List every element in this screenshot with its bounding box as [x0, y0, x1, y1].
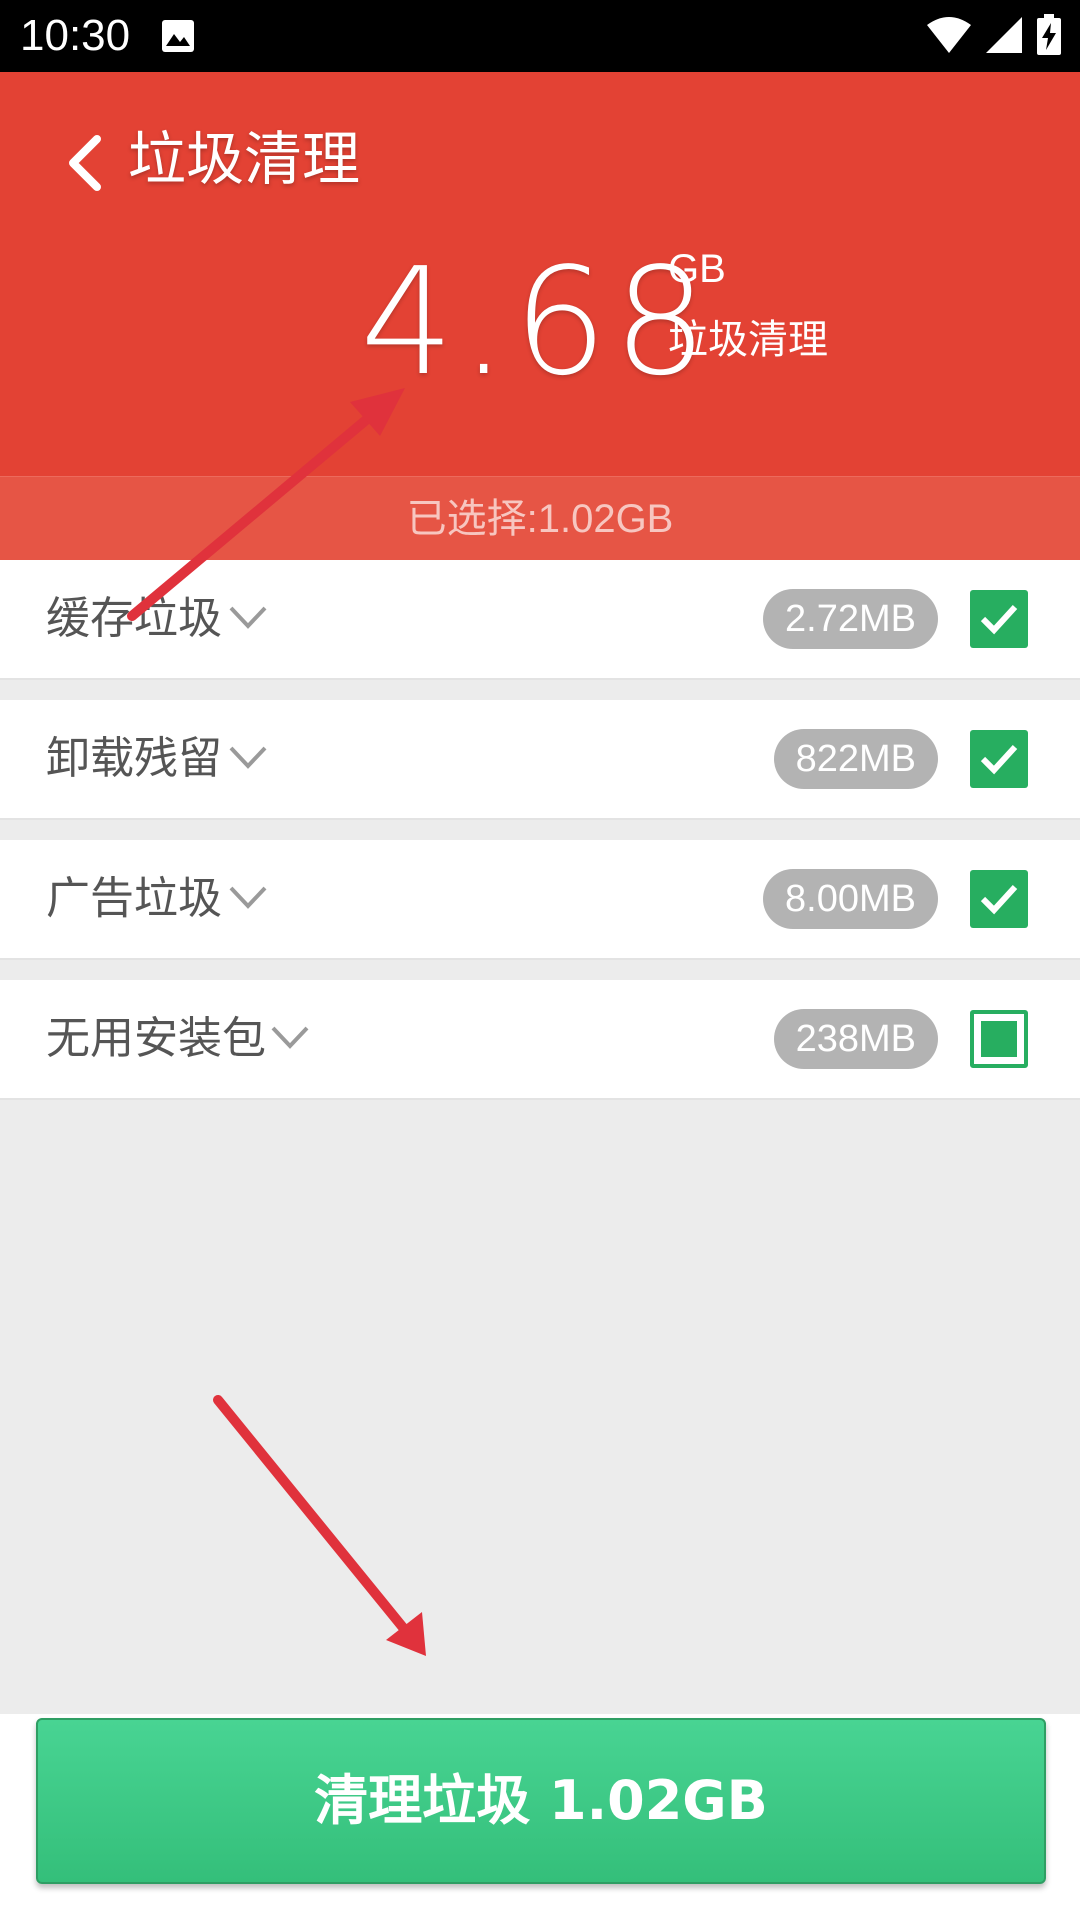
chevron-down-icon[interactable] [228, 604, 268, 632]
item-checkbox[interactable] [970, 870, 1028, 928]
junk-total-unit: GB [668, 247, 726, 291]
item-checkbox-partial[interactable] [970, 1010, 1028, 1068]
list-item-cache-junk[interactable]: 缓存垃圾 2.72MB [0, 560, 1080, 680]
selected-summary: 已选择:1.02GB [0, 476, 1080, 561]
wifi-icon [927, 17, 971, 53]
junk-clean-screen: 10:30 垃圾清理 4.68 GB 垃圾清理 已选择:1.02GB 缓存垃圾 … [0, 0, 1080, 1920]
list-item-uninstall-residue[interactable]: 卸载残留 822MB [0, 700, 1080, 820]
chevron-down-icon[interactable] [228, 744, 268, 772]
size-badge: 238MB [773, 1009, 938, 1069]
item-label: 无用安装包 [46, 1013, 266, 1064]
item-label: 广告垃圾 [46, 873, 222, 924]
item-label: 卸载残留 [46, 733, 222, 784]
size-badge: 822MB [773, 729, 938, 789]
check-icon [980, 604, 1018, 635]
status-icons [926, 14, 1062, 56]
check-icon [980, 884, 1018, 915]
junk-total-value: 4.68 [360, 236, 714, 408]
signal-icon [986, 17, 1022, 53]
check-icon [980, 744, 1018, 775]
item-checkbox[interactable] [970, 730, 1028, 788]
partial-check-indicator [981, 1021, 1017, 1057]
chevron-left-icon [69, 135, 101, 191]
item-label: 缓存垃圾 [46, 593, 222, 644]
selected-size-text: 已选择:1.02GB [406, 497, 674, 541]
battery-charging-icon [1037, 14, 1061, 55]
item-checkbox[interactable] [970, 590, 1028, 648]
header: 垃圾清理 4.68 GB 垃圾清理 [0, 72, 1080, 476]
size-badge: 8.00MB [763, 869, 938, 929]
clean-junk-button[interactable]: 清理垃圾 1.02GB [36, 1718, 1046, 1884]
junk-category-list: 缓存垃圾 2.72MB 卸载残留 822MB 广告垃圾 8.00MB 无用安装包… [0, 560, 1080, 1120]
chevron-down-icon[interactable] [270, 1024, 310, 1052]
bottom-action-area: 清理垃圾 1.02GB [0, 1714, 1080, 1920]
back-button[interactable] [50, 118, 120, 208]
chevron-down-icon[interactable] [228, 884, 268, 912]
list-item-ad-junk[interactable]: 广告垃圾 8.00MB [0, 840, 1080, 960]
status-bar: 10:30 [0, 0, 1080, 72]
junk-total-caption: 垃圾清理 [668, 317, 828, 363]
arrow-bottom [213, 1395, 426, 1656]
image-icon [162, 20, 194, 52]
junk-total: 4.68 GB 垃圾清理 [360, 247, 900, 397]
size-badge: 2.72MB [763, 589, 938, 649]
page-title: 垃圾清理 [128, 125, 361, 193]
status-time: 10:30 [20, 11, 131, 60]
list-item-useless-apk[interactable]: 无用安装包 238MB [0, 980, 1080, 1100]
